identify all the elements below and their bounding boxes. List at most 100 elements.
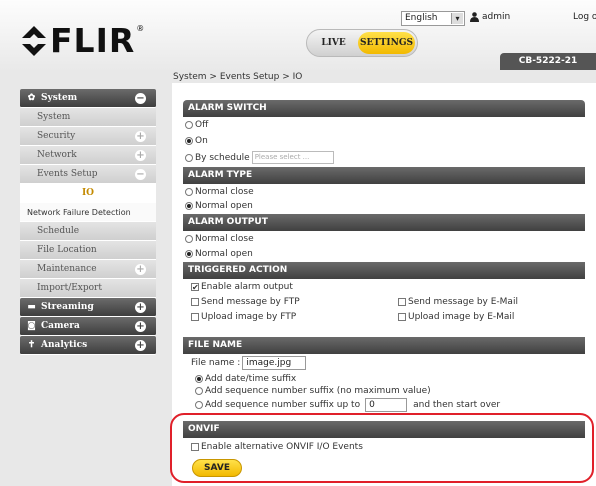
option-label: Add date/time suffix <box>205 374 297 384</box>
user-icon <box>470 12 479 22</box>
onvif-header: ONVIF <box>183 421 585 438</box>
upload-image-ftp-option[interactable]: Upload image by FTP <box>191 312 296 322</box>
sidebar-item-schedule[interactable]: Schedule <box>20 222 156 241</box>
alarm-output-normal-close-option[interactable]: Normal close <box>185 234 254 244</box>
send-message-email-option[interactable]: Send message by E-Mail <box>398 297 518 307</box>
sidebar-item-io[interactable]: IO <box>20 184 156 203</box>
radio-button[interactable] <box>195 387 203 395</box>
sidebar-item-label: Maintenance <box>37 264 97 274</box>
add-datetime-suffix-option[interactable]: Add date/time suffix <box>195 374 296 384</box>
radio-button[interactable] <box>185 202 193 210</box>
sidebar-item-import-export[interactable]: Import/Export <box>20 279 156 298</box>
brand-name: FLIR <box>50 21 136 60</box>
logout-link[interactable]: Log out <box>573 12 596 22</box>
sidebar-item-file-location[interactable]: File Location <box>20 241 156 260</box>
live-mode-button[interactable]: LIVE <box>309 38 358 48</box>
monitor-icon: ▬ <box>27 302 36 312</box>
alarm-type-normal-close-option[interactable]: Normal close <box>185 187 254 197</box>
radio-button[interactable] <box>195 375 203 383</box>
flir-diamond-icon <box>22 25 46 56</box>
sidebar-item-maintenance[interactable]: Maintenance + <box>20 260 156 279</box>
checkbox-checked[interactable]: ✔ <box>191 283 199 292</box>
sidebar-item-network[interactable]: Network + <box>20 146 156 165</box>
mode-toggle: LIVE SETTINGS <box>306 29 418 57</box>
alarm-type-normal-open-option[interactable]: Normal open <box>185 201 253 211</box>
alarm-switch-on-option[interactable]: On <box>185 136 208 146</box>
radio-button[interactable] <box>195 401 203 409</box>
expand-icon[interactable]: + <box>135 150 146 161</box>
collapse-icon[interactable]: − <box>135 93 146 104</box>
chevron-down-icon: ▾ <box>451 13 463 24</box>
option-label: Send message by FTP <box>201 297 300 307</box>
sidebar-item-label: Schedule <box>37 226 80 236</box>
send-message-ftp-option[interactable]: Send message by FTP <box>191 297 300 307</box>
sidebar-item-analytics[interactable]: ✝ Analytics + <box>20 336 156 355</box>
sidebar-item-system-sub[interactable]: System <box>20 108 156 127</box>
option-label: By schedule <box>195 152 250 163</box>
file-name-header: FILE NAME <box>183 337 585 354</box>
model-badge: CB-5222-21 <box>500 53 596 70</box>
radio-button[interactable] <box>185 121 193 129</box>
radio-button[interactable] <box>185 153 193 162</box>
sidebar-item-label: Network Failure Detection <box>27 207 131 217</box>
registered-mark: ® <box>136 24 145 33</box>
alarm-switch-off-option[interactable]: Off <box>185 120 208 130</box>
enable-alarm-output-option[interactable]: ✔ Enable alarm output <box>191 282 293 292</box>
sidebar-item-label: Analytics <box>41 340 88 350</box>
file-name-label: File name : <box>191 358 241 368</box>
checkbox[interactable] <box>191 298 199 306</box>
checkbox[interactable] <box>191 443 199 451</box>
enable-alt-onvif-option[interactable]: Enable alternative ONVIF I/O Events <box>191 442 363 452</box>
sidebar-item-label: Events Setup <box>37 169 98 179</box>
sidebar-item-security[interactable]: Security + <box>20 127 156 146</box>
radio-button[interactable] <box>185 235 193 243</box>
radio-button[interactable] <box>185 137 193 145</box>
alarm-switch-schedule-option[interactable]: By schedule Please select ... <box>185 151 334 164</box>
language-select[interactable]: English ▾ <box>401 11 465 26</box>
alarm-output-header: ALARM OUTPUT <box>183 214 585 231</box>
sidebar-item-label: System <box>41 93 78 103</box>
sidebar-item-network-failure[interactable]: Network Failure Detection <box>20 203 156 222</box>
file-name-input[interactable]: image.jpg <box>242 356 307 370</box>
checkbox[interactable] <box>398 313 406 321</box>
add-sequence-nomax-option[interactable]: Add sequence number suffix (no maximum v… <box>195 386 431 396</box>
checkbox[interactable] <box>191 313 199 321</box>
upload-image-email-option[interactable]: Upload image by E-Mail <box>398 312 514 322</box>
expand-icon[interactable]: + <box>135 264 146 275</box>
sidebar-item-label: Streaming <box>41 302 94 312</box>
expand-icon[interactable]: + <box>135 340 146 351</box>
option-label: Add sequence number suffix (no maximum v… <box>205 386 431 396</box>
option-label: Off <box>195 120 209 130</box>
alarm-output-normal-open-option[interactable]: Normal open <box>185 249 253 259</box>
sidebar: ✿ System − System Security + Network + E… <box>20 89 156 355</box>
save-button[interactable]: SAVE <box>192 459 242 477</box>
expand-icon[interactable]: + <box>135 131 146 142</box>
sidebar-item-streaming[interactable]: ▬ Streaming + <box>20 298 156 317</box>
settings-mode-button[interactable]: SETTINGS <box>358 32 415 54</box>
expand-icon[interactable]: + <box>135 302 146 313</box>
radio-button[interactable] <box>185 188 193 196</box>
schedule-select[interactable]: Please select ... <box>251 151 334 164</box>
expand-icon[interactable]: + <box>135 321 146 332</box>
alarm-type-header: ALARM TYPE <box>183 167 585 184</box>
sidebar-item-system[interactable]: ✿ System − <box>20 89 156 108</box>
sidebar-item-label: File Location <box>37 245 97 255</box>
checkbox[interactable] <box>398 298 406 306</box>
sequence-max-input[interactable]: 0 <box>365 398 408 412</box>
option-label: Send message by E-Mail <box>408 297 518 307</box>
option-label: On <box>195 136 208 146</box>
option-label: Normal close <box>195 234 254 244</box>
radio-button[interactable] <box>185 250 193 258</box>
analytics-figure-icon: ✝ <box>27 340 36 350</box>
sidebar-item-label: Network <box>37 150 77 160</box>
add-sequence-upto-option[interactable]: Add sequence number suffix up to 0 and t… <box>195 398 500 412</box>
option-label: Enable alternative ONVIF I/O Events <box>201 442 363 452</box>
sidebar-item-camera[interactable]: ◙ Camera + <box>20 317 156 336</box>
camera-icon: ◙ <box>27 321 36 331</box>
sidebar-item-label: System <box>37 112 71 122</box>
option-label: Normal open <box>195 249 253 259</box>
settings-panel: ALARM SWITCH Off On By schedule Please s… <box>172 83 596 486</box>
option-label: Upload image by E-Mail <box>408 312 515 322</box>
collapse-icon[interactable]: − <box>135 169 146 180</box>
sidebar-item-events-setup[interactable]: Events Setup − <box>20 165 156 184</box>
